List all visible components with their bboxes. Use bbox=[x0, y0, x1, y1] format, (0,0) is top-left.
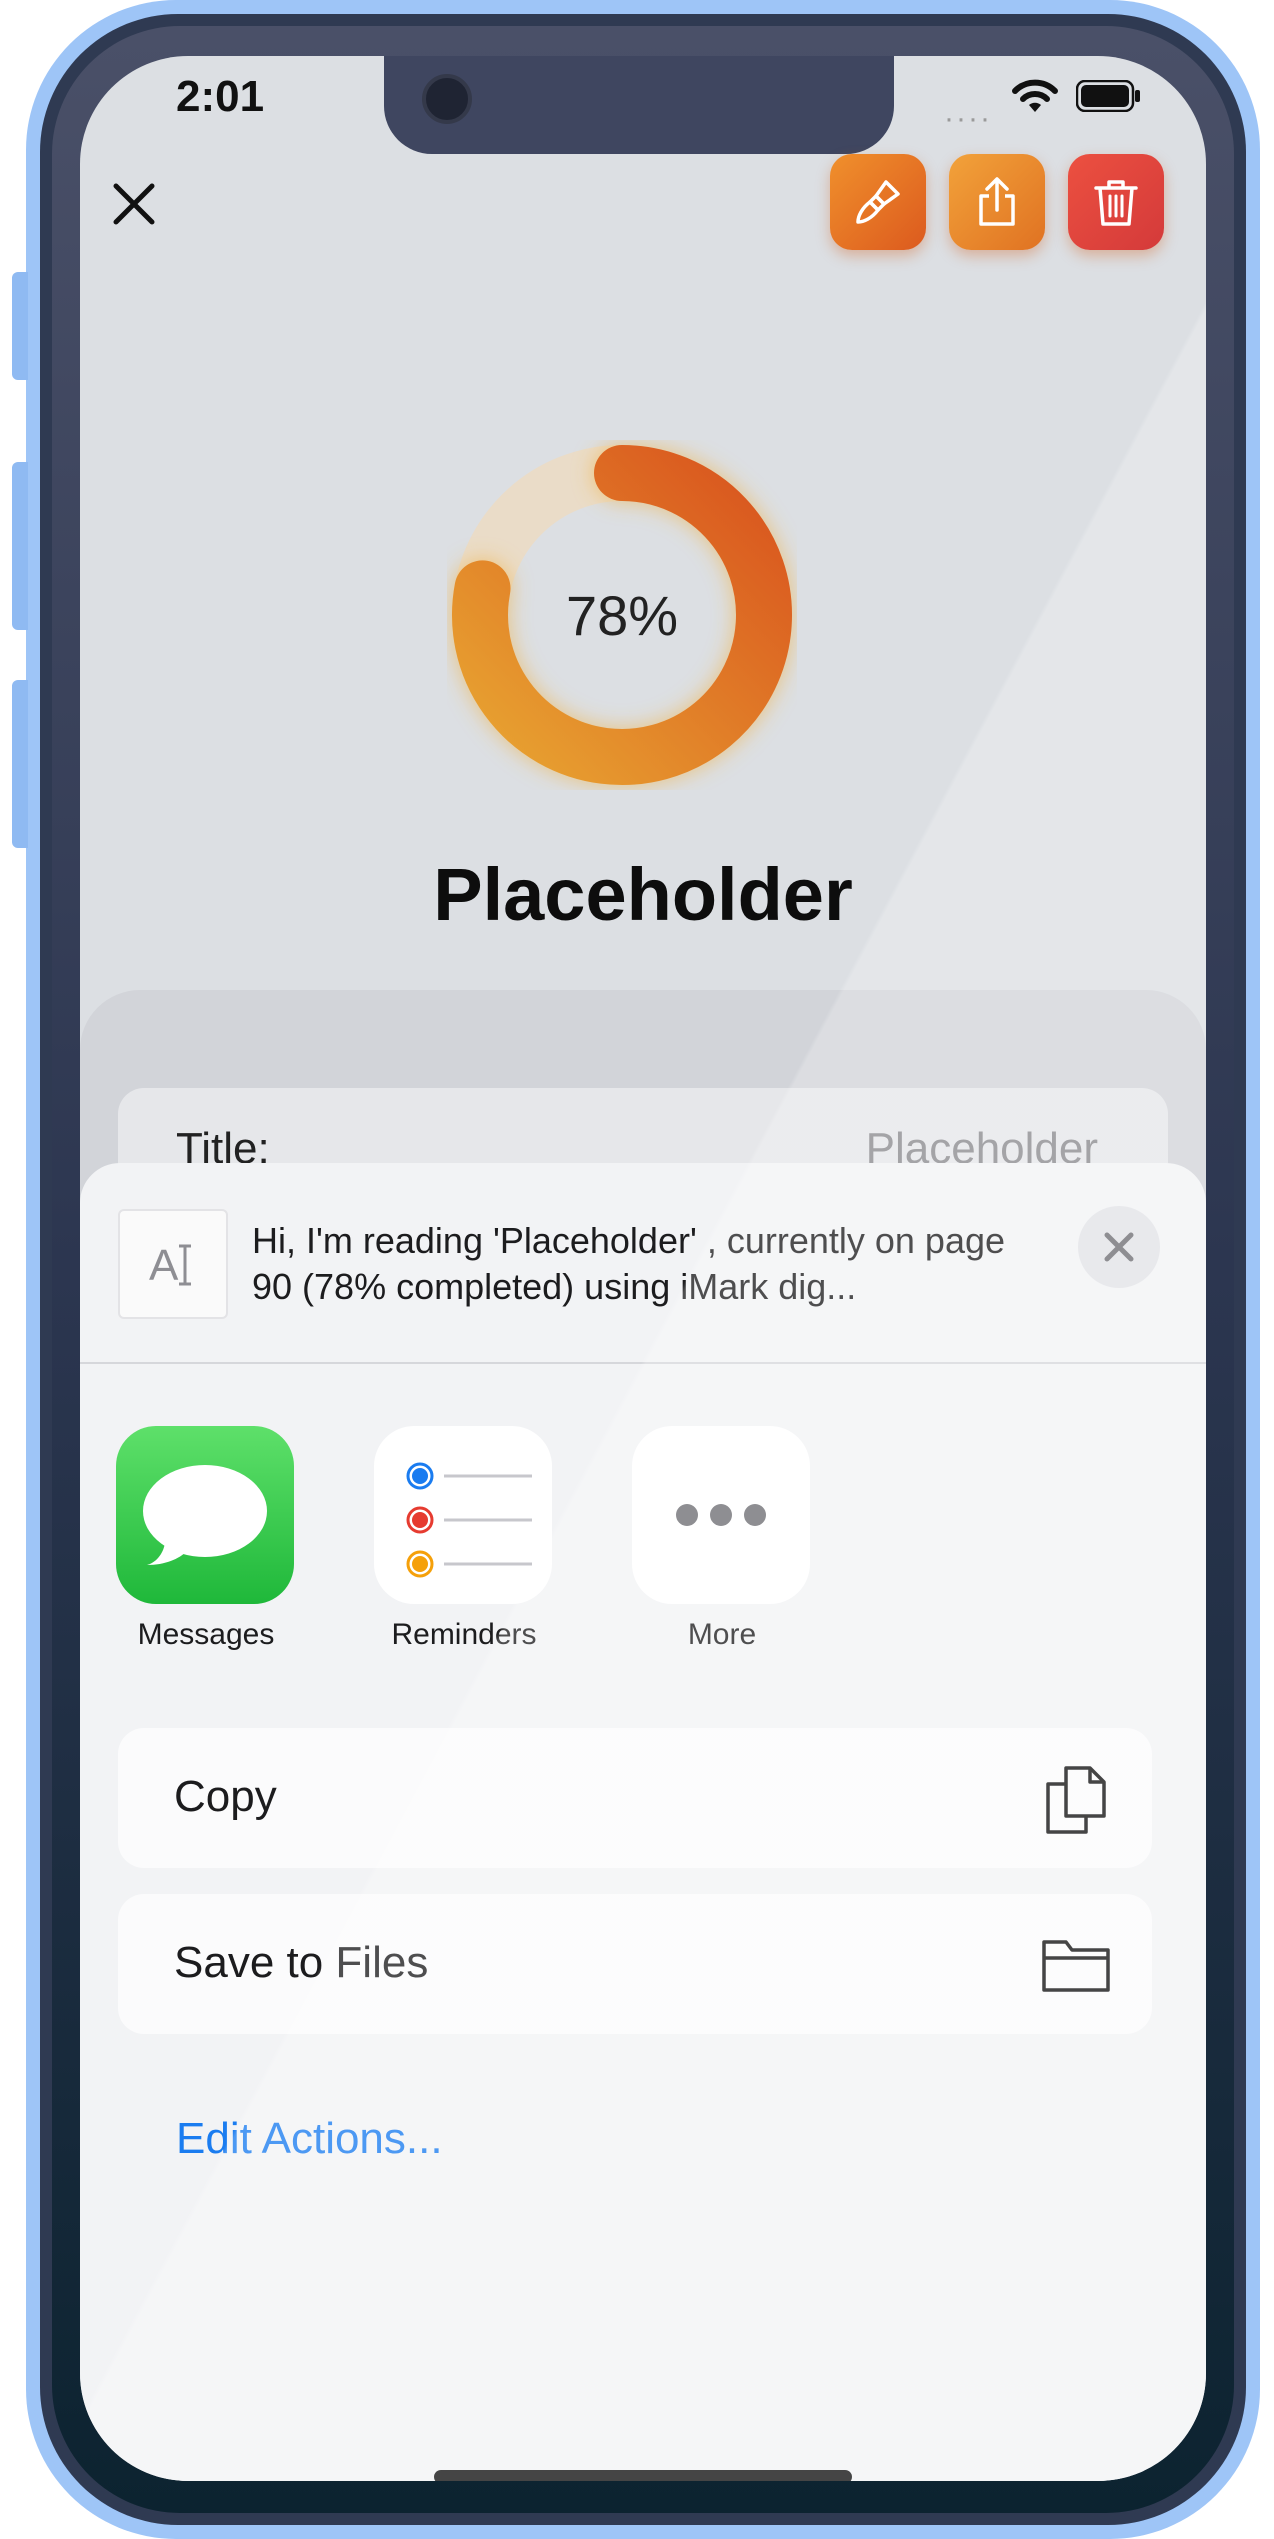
action-copy[interactable]: Copy bbox=[118, 1728, 1152, 1868]
share-app-more[interactable]: More bbox=[632, 1426, 812, 1652]
share-preview-thumbnail: A bbox=[118, 1209, 228, 1319]
progress-percent-label: 78% bbox=[565, 583, 679, 647]
action-save-to-files[interactable]: Save to Files bbox=[118, 1894, 1152, 2034]
wifi-icon bbox=[1012, 79, 1058, 112]
paintbrush-button[interactable] bbox=[830, 154, 926, 250]
camera bbox=[422, 74, 472, 124]
copy-icon bbox=[1046, 1766, 1106, 1834]
side-button-volume-down bbox=[12, 680, 28, 848]
app-label-messages: Messages bbox=[137, 1618, 275, 1651]
screen: 2:01 ···· 78% Placeholder Title: Placeho… bbox=[80, 56, 1206, 2481]
share-sheet-divider bbox=[80, 1362, 1206, 1364]
action-label-save-to-files: Save to Files bbox=[174, 1938, 429, 1987]
battery-icon bbox=[1076, 80, 1140, 112]
side-button-volume-up bbox=[12, 462, 28, 630]
app-label-reminders: Reminders bbox=[391, 1618, 537, 1651]
status-time: 2:01 bbox=[176, 72, 265, 121]
cellular-signal-icon: ···· bbox=[944, 102, 992, 135]
app-label-more: More bbox=[687, 1618, 757, 1651]
share-sheet-close-button[interactable] bbox=[1078, 1206, 1160, 1288]
messages-icon bbox=[116, 1426, 294, 1604]
reminders-icon bbox=[374, 1426, 552, 1604]
share-app-messages[interactable]: Messages bbox=[116, 1426, 296, 1652]
trash-icon bbox=[1094, 180, 1138, 226]
home-indicator[interactable] bbox=[434, 2470, 852, 2481]
svg-text:A: A bbox=[149, 1241, 179, 1290]
more-icon bbox=[632, 1426, 810, 1604]
edit-actions-link[interactable]: Edit Actions... bbox=[176, 2114, 443, 2164]
paintbrush-icon bbox=[856, 180, 900, 224]
share-icon bbox=[979, 177, 1015, 226]
text-format-icon: A bbox=[149, 1241, 191, 1290]
trash-button[interactable] bbox=[1068, 154, 1164, 250]
action-label-copy: Copy bbox=[174, 1772, 277, 1821]
share-button[interactable] bbox=[949, 154, 1045, 250]
close-icon bbox=[1104, 1232, 1134, 1262]
close-icon[interactable] bbox=[106, 176, 162, 232]
book-title: Placeholder bbox=[433, 853, 853, 936]
share-preview-text: Hi, I'm reading 'Placeholder' , currentl… bbox=[252, 1220, 1006, 1307]
folder-icon bbox=[1042, 1940, 1110, 1992]
share-app-reminders[interactable]: Reminders bbox=[374, 1426, 554, 1652]
side-button-silent bbox=[12, 272, 28, 380]
